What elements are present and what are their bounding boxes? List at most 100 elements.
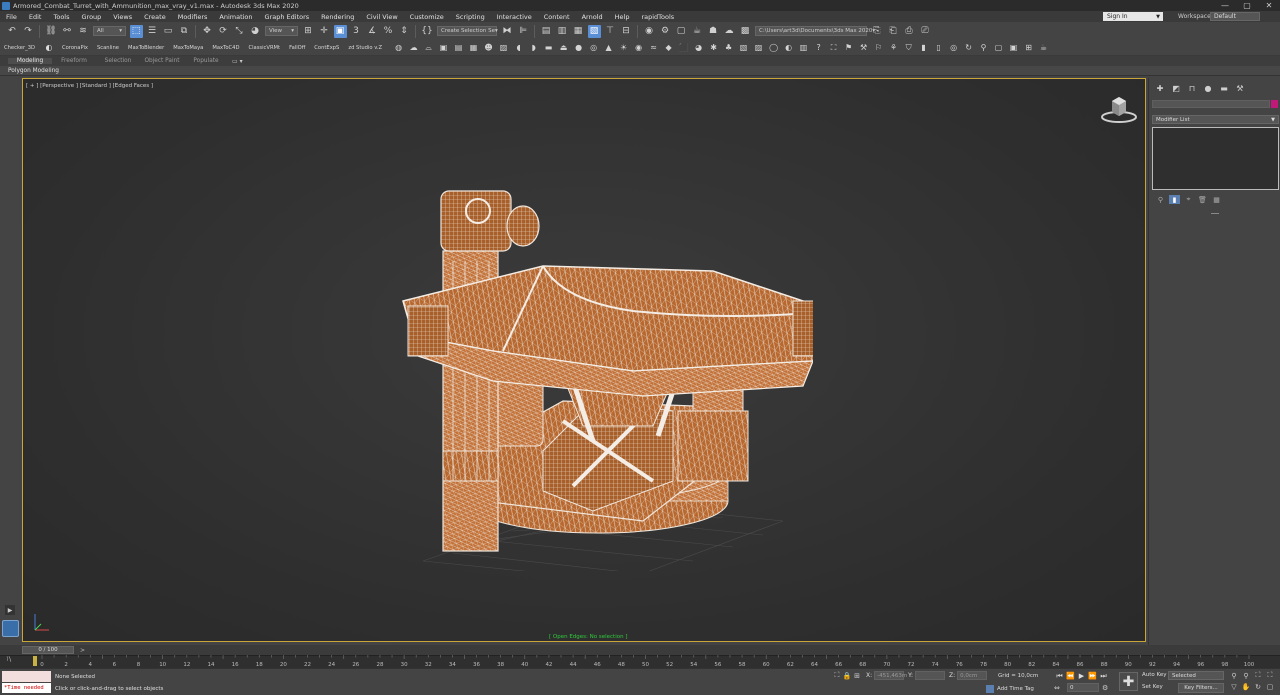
set-key-button[interactable]: Set Key bbox=[1142, 684, 1163, 690]
vray-fog-icon[interactable]: ≈ bbox=[648, 42, 660, 54]
remove-modifier-icon[interactable]: 🗑 bbox=[1197, 195, 1208, 204]
layer-explorer-icon[interactable]: ▤ bbox=[540, 25, 553, 38]
viewport-layout-button[interactable] bbox=[2, 620, 19, 637]
plugin-maxtoc4d[interactable]: MaxToC4D bbox=[212, 45, 239, 51]
plugin-contexps[interactable]: ContExpS bbox=[314, 45, 339, 51]
zoom-extents-icon[interactable]: ⛶ bbox=[1252, 670, 1264, 681]
bind-space-warp-icon[interactable]: ≋ bbox=[77, 25, 90, 38]
menu-create[interactable]: Create bbox=[138, 13, 172, 21]
modifier-list-dropdown[interactable]: Modifier List ▼ bbox=[1152, 115, 1279, 124]
plugin-checker-3d[interactable]: Checker_3D bbox=[4, 45, 35, 51]
polygon-modeling-button[interactable]: Polygon Modeling bbox=[8, 68, 59, 74]
undo-icon[interactable]: ↶ bbox=[6, 25, 19, 38]
minimize-button[interactable]: — bbox=[1214, 0, 1236, 11]
project-folder-dropdown[interactable]: C:\Users\art3d\Documents\3ds Max 2020 ▾ bbox=[755, 26, 875, 36]
ribbon-options-button[interactable]: ▭ ▾ bbox=[232, 58, 243, 65]
place-icon[interactable]: ◕ bbox=[249, 25, 262, 38]
vray-render-elements-icon[interactable]: ⚐ bbox=[873, 42, 885, 54]
menu-tools[interactable]: Tools bbox=[47, 13, 75, 21]
vray-lens-icon[interactable]: ⚘ bbox=[888, 42, 900, 54]
vray-cycle-icon[interactable]: ↻ bbox=[963, 42, 975, 54]
menu-group[interactable]: Group bbox=[76, 13, 108, 21]
vray-region-icon[interactable]: ▣ bbox=[1008, 42, 1020, 54]
menu-animation[interactable]: Animation bbox=[213, 13, 258, 21]
zoom-icon[interactable]: ⚲ bbox=[1228, 670, 1240, 681]
previous-frame-icon[interactable]: ⏪ bbox=[1065, 671, 1076, 681]
vray-grid-icon[interactable]: ▦ bbox=[468, 42, 480, 54]
viewport-label[interactable]: [ + ] [Perspective ] [Standard ] [Edged … bbox=[26, 83, 153, 89]
vray-track-icon[interactable]: ⊞ bbox=[1023, 42, 1035, 54]
current-frame-marker[interactable] bbox=[33, 656, 37, 666]
vray-help-icon[interactable]: ? bbox=[813, 42, 825, 54]
play-icon[interactable]: ▶ bbox=[1076, 671, 1087, 681]
plugin-classicvrmt[interactable]: ClassicVRMt bbox=[248, 45, 280, 51]
auto-key-button[interactable]: Auto Key bbox=[1142, 672, 1167, 678]
vray-light-select-icon[interactable]: ⚑ bbox=[843, 42, 855, 54]
select-manipulate-icon[interactable]: ✛ bbox=[318, 25, 331, 38]
menu-customize[interactable]: Customize bbox=[404, 13, 450, 21]
key-filters-button[interactable]: Key Filters... bbox=[1178, 683, 1224, 693]
vray-env-icon[interactable]: ◐ bbox=[783, 42, 795, 54]
make-unique-icon[interactable]: ⌖ bbox=[1183, 195, 1194, 204]
vray-frame-buffer-icon[interactable]: ▩ bbox=[739, 25, 752, 38]
configure-modifier-sets-icon[interactable]: ▦ bbox=[1211, 195, 1222, 204]
viewcube-icon[interactable] bbox=[1099, 93, 1139, 127]
show-end-result-icon[interactable]: ▮ bbox=[1169, 195, 1180, 204]
vray-stats-icon[interactable]: ▥ bbox=[798, 42, 810, 54]
link-icon[interactable]: ⛓ bbox=[45, 25, 58, 38]
plugin-maxtoblender[interactable]: MaxToBlender bbox=[128, 45, 164, 51]
expand-arrow-icon[interactable]: ▶ bbox=[5, 605, 15, 615]
perspective-viewport[interactable]: [ + ] [Perspective ] [Standard ] [Edged … bbox=[22, 78, 1146, 642]
maximize-viewport-icon[interactable]: ▢ bbox=[1264, 681, 1276, 692]
modifier-stack[interactable] bbox=[1152, 127, 1279, 190]
vray-cube-icon[interactable]: ◆ bbox=[663, 42, 675, 54]
select-object-icon[interactable]: ⬚ bbox=[129, 24, 143, 38]
vray-global-icon[interactable]: ◯ bbox=[768, 42, 780, 54]
modify-tab-icon[interactable]: ◩ bbox=[1169, 83, 1183, 94]
menu-modifiers[interactable]: Modifiers bbox=[172, 13, 214, 21]
menu-file[interactable]: File bbox=[0, 13, 23, 21]
menu-arnold[interactable]: Arnold bbox=[576, 13, 609, 21]
vray-clipper-icon[interactable]: ♣ bbox=[723, 42, 735, 54]
vray-light-icon[interactable]: ☁ bbox=[408, 42, 420, 54]
menu-interactive[interactable]: Interactive bbox=[491, 13, 538, 21]
schematic-view-icon[interactable]: ⊟ bbox=[620, 25, 633, 38]
utilities-tab-icon[interactable]: ⚒ bbox=[1233, 83, 1247, 94]
tab-populate[interactable]: Populate bbox=[184, 58, 228, 64]
absolute-mode-icon[interactable]: ⊞ bbox=[852, 671, 862, 680]
render-icon[interactable]: ☕ bbox=[691, 25, 704, 38]
menu-rendering[interactable]: Rendering bbox=[315, 13, 360, 21]
key-mode-toggle-icon[interactable]: ⇔ bbox=[1054, 684, 1064, 692]
isolate-selection-icon[interactable]: ⛶ bbox=[832, 671, 842, 680]
snaps-toggle-icon[interactable]: 3 bbox=[350, 25, 363, 38]
plugin-scanline[interactable]: Scanline bbox=[97, 45, 119, 51]
object-name-field[interactable] bbox=[1152, 100, 1270, 108]
move-icon[interactable]: ✥ bbox=[201, 25, 214, 38]
vray-tools-icon[interactable]: ⚒ bbox=[858, 42, 870, 54]
menu-help[interactable]: Help bbox=[609, 13, 636, 21]
menu-graph-editors[interactable]: Graph Editors bbox=[259, 13, 316, 21]
tab-object-paint[interactable]: Object Paint bbox=[140, 58, 184, 64]
display-tab-icon[interactable]: ▬ bbox=[1217, 83, 1231, 94]
vray-material-icon[interactable]: ◍ bbox=[393, 42, 405, 54]
key-mode-icon[interactable]: ⊺\ bbox=[6, 656, 11, 663]
mirror-icon[interactable]: ⧓ bbox=[501, 25, 514, 38]
z-coordinate-field[interactable]: 0,0cm bbox=[957, 671, 988, 680]
zoom-extents-all-icon[interactable]: ⛶ bbox=[1264, 670, 1276, 681]
scene-explorer-icon[interactable]: ▥ bbox=[556, 25, 569, 38]
vray-dome-icon[interactable]: ⌓ bbox=[423, 42, 435, 54]
vray-fur-icon[interactable]: ◖ bbox=[513, 42, 525, 54]
scale-icon[interactable]: ⤡ bbox=[233, 25, 246, 38]
vray-plane-icon[interactable]: ▬ bbox=[543, 42, 555, 54]
key-selection-dropdown[interactable]: Selected bbox=[1168, 671, 1224, 680]
pivot-center-icon[interactable]: ⊞ bbox=[302, 25, 315, 38]
time-configuration-icon[interactable]: ⚙ bbox=[1102, 684, 1112, 692]
set-keys-button[interactable]: ✚ bbox=[1119, 672, 1138, 691]
x-coordinate-field[interactable]: -451,463m bbox=[874, 671, 907, 680]
vray-film-icon[interactable]: ▯ bbox=[933, 42, 945, 54]
percent-snap-icon[interactable]: % bbox=[382, 25, 395, 38]
pan-icon[interactable]: ✋ bbox=[1240, 681, 1252, 692]
project-settings-icon[interactable]: ⎗ bbox=[887, 25, 900, 38]
menu-civil-view[interactable]: Civil View bbox=[360, 13, 403, 21]
pin-stack-icon[interactable]: ⚲ bbox=[1155, 195, 1166, 204]
